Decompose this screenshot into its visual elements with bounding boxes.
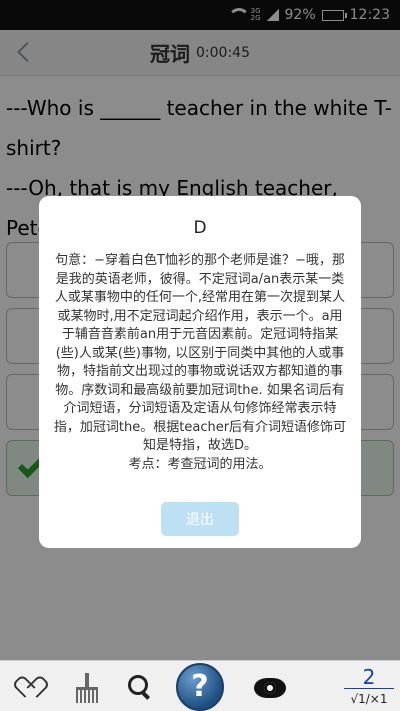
exam-point: 考点：考查冠词的用法。 [128, 456, 272, 472]
eye-icon[interactable] [254, 678, 286, 698]
broom-icon[interactable] [72, 673, 102, 703]
help-icon[interactable]: ? [176, 663, 224, 711]
exit-button[interactable]: 退出 [161, 502, 239, 536]
heart-icon[interactable] [22, 679, 44, 699]
search-icon[interactable] [128, 675, 154, 701]
answer-dialog: D 句意：−穿着白色T恤衫的那个老师是谁？−哦，那是我的英语老师，彼得。不定冠词… [39, 196, 361, 548]
page-current[interactable]: 2 [344, 666, 394, 689]
answer-letter: D [193, 218, 207, 238]
explanation-text: 句意：−穿着白色T恤衫的那个老师是谁？−哦，那是我的英语老师，彼得。不定冠词a/… [53, 253, 347, 453]
bottom-toolbar: ? [0, 660, 400, 711]
page-score: √1/×1 [350, 692, 388, 706]
explanation: 句意：−穿着白色T恤衫的那个老师是谁？−哦，那是我的英语老师，彼得。不定冠词a/… [53, 252, 347, 474]
